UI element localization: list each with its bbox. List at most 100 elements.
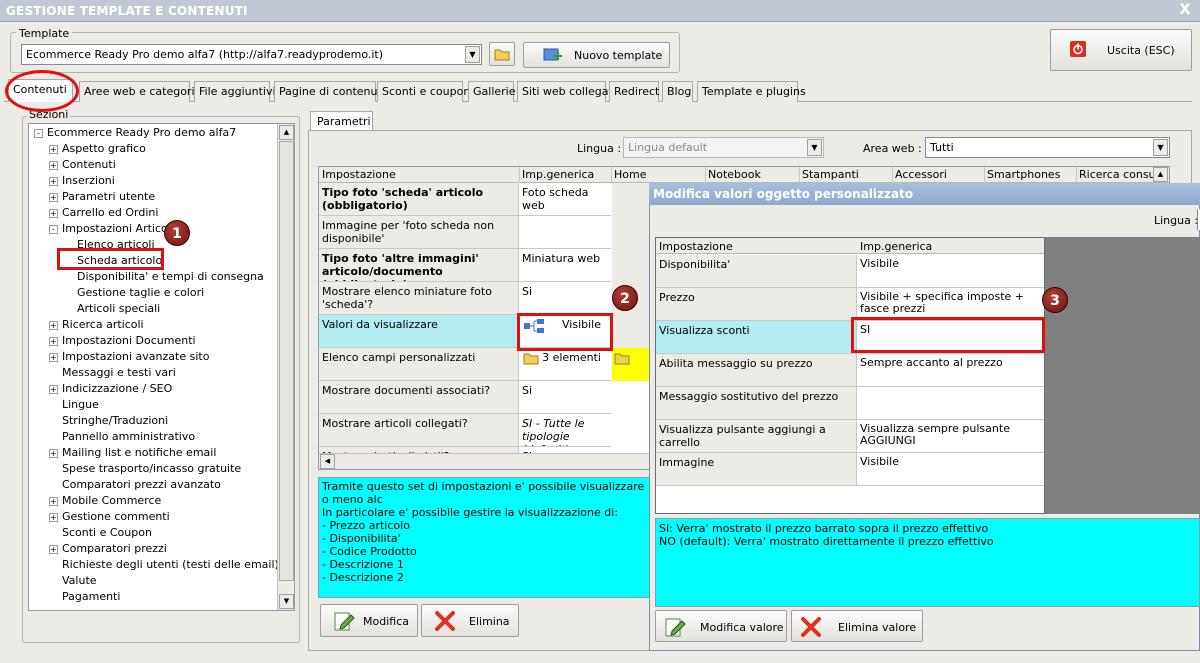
expand-icon[interactable]: + [49, 385, 58, 394]
tree-item[interactable]: Parametri utente [62, 190, 155, 203]
delete-button[interactable]: Elimina [421, 604, 519, 637]
open-folder-button[interactable] [489, 42, 515, 66]
tree-item[interactable]: Sconti e Coupon [62, 526, 152, 539]
expand-icon[interactable]: + [49, 321, 58, 330]
exit-button[interactable]: Uscita (ESC) [1050, 29, 1192, 71]
scroll-up-icon[interactable]: ▲ [1153, 167, 1168, 182]
tree-item[interactable]: Carrello ed Ordini [62, 206, 158, 219]
dialog-row-name[interactable]: Disponibilita' [656, 255, 857, 288]
tree-item[interactable]: Gestione taglie e colori [77, 286, 204, 299]
tree-item[interactable]: Impostazioni Documenti [62, 334, 196, 347]
dialog-row-name[interactable]: Visualizza sconti [656, 321, 857, 354]
tree-item[interactable]: Ecommerce Ready Pro demo alfa7 [47, 126, 236, 139]
tab-8[interactable]: Blog [662, 81, 693, 102]
scroll-thumb[interactable] [279, 141, 294, 581]
tree-item[interactable]: Impostazioni avanzate sito [62, 350, 209, 363]
expand-icon[interactable]: + [49, 513, 58, 522]
tree-item[interactable]: Valute [62, 574, 97, 587]
tree-item[interactable]: Aspetto grafico [62, 142, 146, 155]
grid-row-name[interactable]: Immagine per 'foto scheda non disponibil… [319, 216, 519, 249]
tree-item[interactable]: Disponibilita' e tempi di consegna [77, 270, 264, 283]
tree-item[interactable]: Lingue [62, 398, 99, 411]
tree-item[interactable]: Contenuti [62, 158, 116, 171]
expand-icon[interactable]: + [49, 545, 58, 554]
dialog-row-value[interactable]: Visibile [857, 255, 1044, 288]
tree-item[interactable]: Comparatori prezzi [62, 542, 167, 555]
expand-icon[interactable]: + [49, 497, 58, 506]
tree-item[interactable]: Ricerca articoli [62, 318, 144, 331]
delete-value-button[interactable]: Elimina valore [791, 610, 923, 642]
expand-icon[interactable]: + [49, 145, 58, 154]
scroll-left-icon[interactable]: ◀ [320, 454, 335, 469]
tree-item[interactable]: Mobile Commerce [62, 494, 161, 507]
params-grid-hscroll[interactable]: ◀ [319, 453, 654, 469]
dialog-row-name[interactable]: Immagine [656, 453, 857, 486]
grid-row-value[interactable] [519, 216, 611, 249]
dialog-row-value[interactable]: Sempre accanto al prezzo [857, 354, 1044, 387]
grid-row-name[interactable]: Mostrare documenti associati? [319, 381, 519, 414]
dialog-row-name[interactable]: Prezzo [656, 288, 857, 321]
tree-item[interactable]: Pagamenti [62, 590, 120, 603]
tree-item[interactable]: Indicizzazione / SEO [62, 382, 172, 395]
tree-scrollbar[interactable]: ▲ ▼ [277, 124, 294, 610]
expand-icon[interactable]: + [49, 177, 58, 186]
tree-item[interactable]: Messaggi e testi vari [62, 366, 176, 379]
modify-button[interactable]: Modifica [320, 604, 418, 637]
custom-field-cell[interactable] [612, 348, 652, 381]
area-select[interactable]: Tutti ▼ [925, 137, 1170, 158]
tab-7[interactable]: Redirect [609, 81, 659, 102]
tab-5[interactable]: Gallerie [468, 81, 516, 102]
scroll-down-icon[interactable]: ▼ [279, 594, 294, 609]
lingua-select[interactable]: Lingua default ▼ [623, 137, 824, 158]
grid-row-name[interactable]: Mostrare articoli collegati? [319, 414, 519, 447]
chevron-down-icon[interactable]: ▼ [807, 139, 822, 156]
dialog-row-name[interactable]: Messaggio sostitutivo del prezzo [656, 387, 857, 420]
tree-item[interactable]: Pannello amministrativo [62, 430, 195, 443]
grid-row-name[interactable]: Tipo foto 'altre immagini' articolo/docu… [319, 249, 519, 282]
close-icon[interactable]: X [1178, 3, 1192, 17]
expand-icon[interactable]: + [49, 353, 58, 362]
tree-item[interactable]: Impostazioni Articoli [62, 222, 174, 235]
grid-row-name[interactable]: Mostrare elenco miniature foto 'scheda'? [319, 282, 519, 315]
tree-item[interactable]: Spese trasporto/incasso gratuite [62, 462, 241, 475]
grid-row-value[interactable]: Si [519, 282, 611, 315]
dialog-row-value[interactable]: Visualizza sempre pulsante AGGIUNGI [857, 420, 1044, 453]
tree-item[interactable]: Richieste degli utenti (testi delle emai… [62, 558, 279, 571]
expand-icon[interactable]: + [49, 161, 58, 170]
grid-row-value[interactable]: 3 elementi [519, 348, 611, 381]
grid-row-name[interactable]: Tipo foto 'scheda' articolo (obbligatori… [319, 183, 519, 216]
dialog-row-name[interactable]: Abilita messaggio su prezzo [656, 354, 857, 387]
dialog-row-value[interactable]: Visibile [857, 453, 1044, 486]
expand-icon[interactable]: + [49, 337, 58, 346]
tab-4[interactable]: Sconti e coupon [377, 81, 470, 102]
chevron-down-icon[interactable]: ▼ [1153, 139, 1168, 156]
template-select[interactable]: Ecommerce Ready Pro demo alfa7 (http://a… [21, 44, 482, 65]
tree-item[interactable]: Mailing list e notifiche email [62, 446, 216, 459]
tree-item[interactable]: Gestione commenti [62, 510, 170, 523]
scroll-up-icon[interactable]: ▲ [279, 125, 294, 140]
params-tab[interactable]: Parametri [310, 111, 373, 131]
tab-3[interactable]: Pagine di contenuti [274, 81, 385, 102]
grid-row-name[interactable]: Elenco campi personalizzati [319, 348, 519, 381]
grid-row-name[interactable]: Valori da visualizzare [319, 315, 519, 348]
grid-row-value[interactable]: Miniatura web [519, 249, 611, 282]
tab-1[interactable]: Aree web e categorie [79, 81, 201, 102]
tree-item[interactable]: Comparatori prezzi avanzato [62, 478, 221, 491]
tree-item[interactable]: Stringhe/Traduzioni [62, 414, 168, 427]
tree-item[interactable]: Articoli speciali [77, 302, 160, 315]
dialog-row-value[interactable] [857, 387, 1044, 420]
expand-icon[interactable]: + [49, 449, 58, 458]
dialog-row-name[interactable]: Visualizza pulsante aggiungi a carrello [656, 420, 857, 453]
new-template-button[interactable]: Nuovo template [523, 42, 670, 68]
modify-value-button[interactable]: Modifica valore [655, 610, 787, 642]
chevron-down-icon[interactable]: ▼ [465, 46, 480, 63]
grid-row-value[interactable]: SI - Tutte le tipologie (default) [519, 414, 611, 447]
expand-icon[interactable]: - [49, 225, 58, 234]
expand-icon[interactable]: + [49, 209, 58, 218]
expand-icon[interactable]: - [34, 129, 43, 138]
expand-icon[interactable]: + [49, 193, 58, 202]
tree-item[interactable]: Inserzioni [62, 174, 115, 187]
grid-row-value[interactable]: Foto scheda web [519, 183, 611, 216]
tab-6[interactable]: Siti web collegati [517, 81, 616, 102]
grid-row-value[interactable]: Si [519, 381, 611, 414]
